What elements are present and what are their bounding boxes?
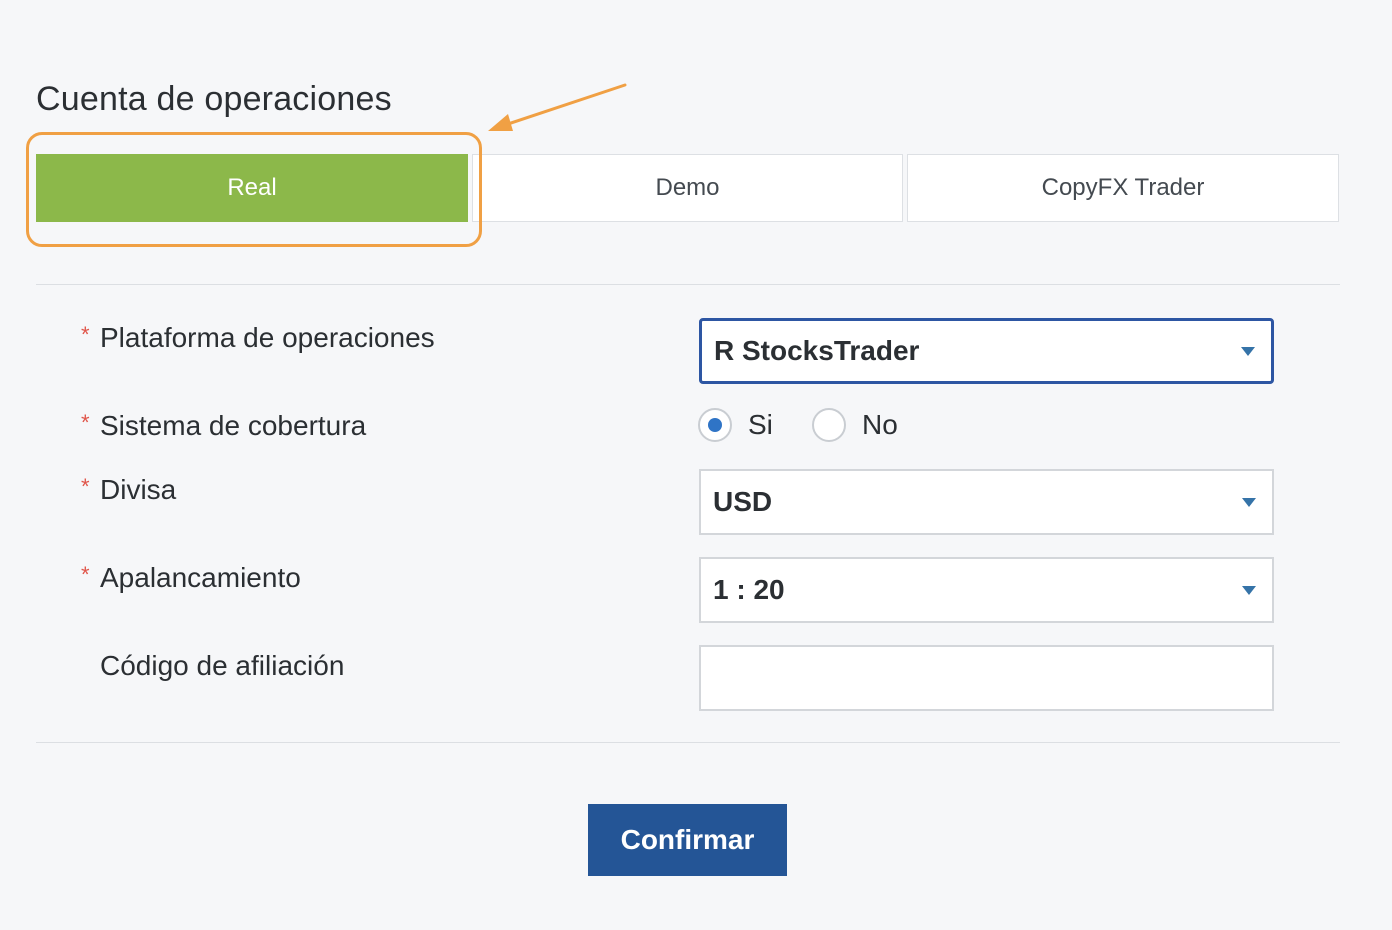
hedging-label: Sistema de cobertura — [100, 410, 367, 441]
tab-demo[interactable]: Demo — [472, 154, 903, 222]
required-mark: * — [81, 562, 90, 587]
required-mark: * — [81, 474, 90, 499]
chevron-down-icon — [1242, 498, 1256, 507]
platform-select-value: R StocksTrader — [714, 335, 920, 366]
divider-top — [36, 284, 1340, 285]
platform-select[interactable]: R StocksTrader — [699, 318, 1274, 384]
hedging-radio-no[interactable]: No — [812, 408, 898, 442]
account-form-page: Cuenta de operaciones Real Demo CopyFX T… — [0, 0, 1392, 930]
platform-label: Plataforma de operaciones — [100, 322, 435, 353]
chevron-down-icon — [1241, 347, 1255, 356]
hedging-radio-si[interactable]: Si — [698, 408, 773, 442]
divider-bottom — [36, 742, 1340, 743]
required-mark: * — [81, 322, 90, 347]
radio-label-si: Si — [748, 409, 773, 440]
currency-label: Divisa — [100, 474, 177, 505]
confirm-button[interactable]: Confirmar — [588, 804, 787, 876]
account-type-tabs: Real Demo CopyFX Trader — [36, 154, 1339, 224]
currency-select-value: USD — [713, 486, 773, 517]
affiliate-code-input[interactable] — [699, 645, 1274, 711]
leverage-label: Apalancamiento — [100, 562, 301, 593]
chevron-down-icon — [1242, 586, 1256, 595]
tab-real[interactable]: Real — [36, 154, 468, 222]
radio-unchecked-icon[interactable] — [812, 408, 846, 442]
annotation-arrow-icon — [488, 83, 627, 131]
affiliate-code-label: Código de afiliación — [100, 650, 345, 681]
required-mark: * — [81, 410, 90, 435]
currency-select[interactable]: USD — [699, 469, 1274, 535]
tab-copyfx-trader[interactable]: CopyFX Trader — [907, 154, 1339, 222]
leverage-select-value: 1 : 20 — [713, 574, 785, 605]
leverage-select[interactable]: 1 : 20 — [699, 557, 1274, 623]
section-title: Cuenta de operaciones — [36, 80, 392, 118]
radio-label-no: No — [862, 409, 898, 440]
radio-checked-icon[interactable] — [698, 408, 732, 442]
